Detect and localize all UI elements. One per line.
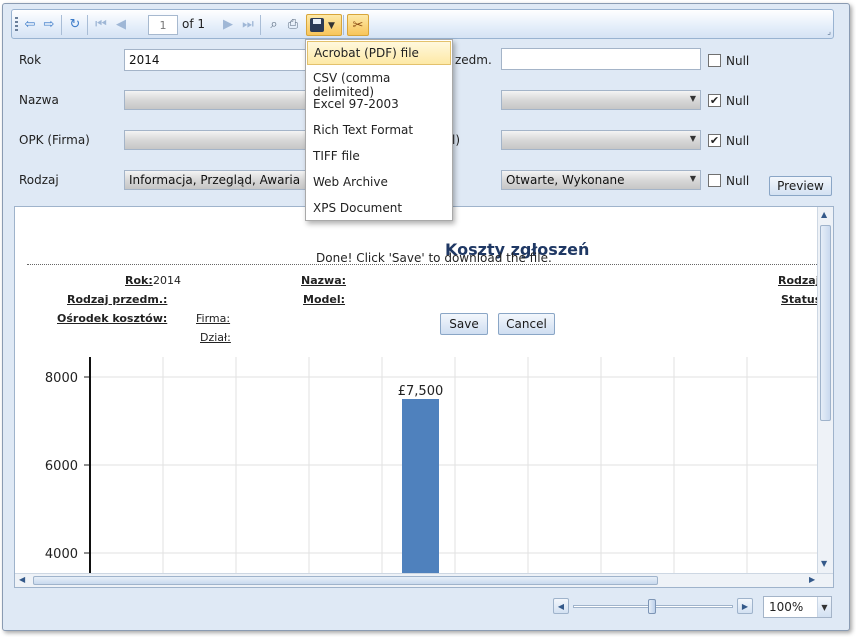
next-page-icon[interactable]: ▶ (219, 15, 237, 33)
y-tick-label: 4000 (45, 547, 78, 562)
cost-bar-chart: 8000 6000 4000 £7,500 (45, 357, 820, 577)
scroll-left-icon[interactable]: ◀ (19, 575, 25, 584)
export-dropdown-button[interactable]: ▼ (306, 14, 342, 36)
nazwa-select[interactable] (124, 90, 309, 110)
tools-icon[interactable]: ✂ (347, 14, 369, 36)
menu-item-rtf[interactable]: Rich Text Format (307, 119, 451, 143)
print-icon[interactable]: ⎙ (284, 15, 302, 33)
menu-item-csv[interactable]: CSV (comma delimited) (307, 67, 451, 99)
param-rodzaj-przedm-label: zedm. (455, 53, 492, 67)
last-page-icon[interactable]: ⏭ (239, 15, 257, 33)
zoom-out-icon[interactable]: ◀ (553, 598, 569, 614)
toolbar-separator (343, 15, 344, 35)
horizontal-scrollbar[interactable]: ◀ ▶ (15, 573, 833, 587)
null-label-4: Null (726, 174, 750, 188)
horizontal-scroll-thumb[interactable] (33, 576, 658, 585)
report-model-label: Model: (303, 293, 346, 306)
chevron-down-icon: ▼ (689, 174, 696, 183)
menu-item-xps[interactable]: XPS Document (307, 197, 451, 221)
y-tick-label: 8000 (45, 371, 78, 386)
status-select[interactable]: Otwarte, Wykonane ▼ (501, 170, 701, 190)
scroll-up-icon[interactable]: ▲ (821, 210, 827, 219)
rok-input[interactable]: 2014 (124, 49, 309, 71)
vertical-scrollbar[interactable]: ▲ ▼ (817, 207, 833, 573)
toolbar-separator (260, 15, 261, 35)
report-toolbar: ⇦ ⇨ ↻ ⏮ ◀ 1 of 1 ▶ ⏭ ⌕ ⎙ ▼ ✂ ⌟ (11, 9, 834, 39)
page-number-input[interactable]: 1 (148, 15, 178, 35)
chevron-down-icon: ▼ (689, 134, 696, 143)
report-rok-label: Rok: (125, 274, 153, 287)
report-canvas: Koszty zgłoszeń Done! Click 'Save' to do… (14, 206, 834, 588)
null-checkbox-3[interactable]: ✔ (708, 134, 721, 147)
menu-item-web-archive[interactable]: Web Archive (307, 171, 451, 195)
chart-bar (402, 399, 439, 577)
null-checkbox-4[interactable] (708, 174, 721, 187)
prev-page-icon[interactable]: ◀ (112, 15, 130, 33)
null-label-1: Null (726, 54, 750, 68)
report-nazwa-label: Nazwa: (301, 274, 347, 287)
param-rodzaj-label: Rodzaj (19, 173, 59, 187)
y-tick-label: 6000 (45, 459, 78, 474)
rodzaj-przedm-input[interactable] (501, 48, 701, 70)
save-icon (310, 18, 324, 32)
page-count-label: of 1 (182, 17, 206, 31)
export-format-menu: Acrobat (PDF) file CSV (comma delimited)… (305, 39, 453, 221)
dzial-select[interactable]: ▼ (501, 130, 701, 150)
save-button[interactable]: Save (440, 313, 488, 335)
null-label-3: Null (726, 134, 750, 148)
status-select-value: Otwarte, Wykonane (506, 173, 625, 187)
report-firma-label: Firma: (196, 312, 231, 325)
toolbar-separator (61, 15, 62, 35)
zoom-in-icon[interactable]: ▶ (737, 598, 753, 614)
report-osrodek-label: Ośrodek kosztów: (57, 312, 168, 325)
param-opk-label: OPK (Firma) (19, 133, 90, 147)
zoom-value: 100% (769, 600, 804, 614)
param-osrodek-label: l) (452, 133, 461, 147)
bar-value-label: £7,500 (398, 384, 444, 399)
vertical-scroll-thumb[interactable] (820, 225, 831, 421)
null-checkbox-1[interactable] (708, 54, 721, 67)
report-rok-value: 2014 (153, 274, 181, 287)
cancel-button[interactable]: Cancel (498, 313, 555, 335)
refresh-icon[interactable]: ↻ (66, 15, 84, 33)
toolbar-overflow-icon[interactable]: ⌟ (827, 27, 831, 36)
chevron-down-icon: ▼ (328, 21, 335, 31)
null-checkbox-2[interactable]: ✔ (708, 94, 721, 107)
menu-item-pdf[interactable]: Acrobat (PDF) file (307, 41, 451, 65)
report-dzial-label: Dział: (200, 331, 231, 344)
first-page-icon[interactable]: ⏮ (92, 15, 110, 33)
header-divider (27, 264, 817, 265)
rodzaj-select[interactable]: Informacja, Przegląd, Awaria (124, 170, 309, 190)
back-icon[interactable]: ⇦ (21, 15, 39, 33)
zoom-select[interactable]: 100% ▼ (763, 596, 832, 618)
param-nazwa-label: Nazwa (19, 93, 59, 107)
zoom-slider[interactable]: ◀ ▶ (553, 598, 753, 616)
toolbar-separator (87, 15, 88, 35)
forward-icon[interactable]: ⇨ (40, 15, 58, 33)
opk-select[interactable] (124, 130, 309, 150)
menu-item-tiff[interactable]: TIFF file (307, 145, 451, 169)
param-rok-label: Rok (19, 53, 42, 67)
zoom-thumb[interactable] (648, 599, 656, 614)
export-done-message: Done! Click 'Save' to download the file. (316, 251, 552, 265)
preview-button[interactable]: Preview (769, 176, 832, 196)
scroll-right-icon[interactable]: ▶ (809, 575, 815, 584)
chevron-down-icon: ▼ (689, 94, 696, 103)
scroll-down-icon[interactable]: ▼ (821, 559, 827, 568)
null-label-2: Null (726, 94, 750, 108)
find-icon[interactable]: ⌕ (265, 15, 283, 33)
toolbar-grip[interactable] (15, 17, 18, 33)
report-rodzaj-przedm-label: Rodzaj przedm.: (67, 293, 168, 306)
rodzaj-select-value: Informacja, Przegląd, Awaria (129, 173, 301, 187)
menu-item-excel[interactable]: Excel 97-2003 (307, 93, 451, 117)
model-select[interactable]: ▼ (501, 90, 701, 110)
chevron-down-icon: ▼ (817, 597, 831, 617)
